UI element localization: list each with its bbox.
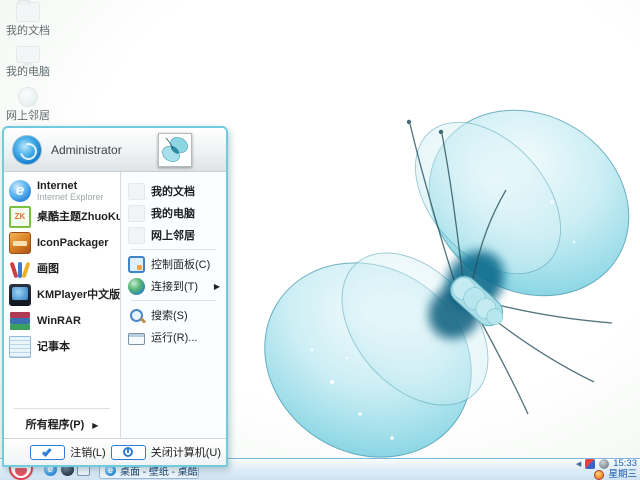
menu-item-winrar[interactable]: WinRAR (4, 308, 120, 334)
menu-item-label: 连接到(T) (151, 281, 199, 293)
separator (14, 408, 110, 409)
kmplayer-icon (9, 284, 31, 306)
user-picture-tile (158, 133, 192, 167)
menu-item-notepad[interactable]: 记事本 (4, 334, 120, 360)
all-programs-button[interactable]: 所有程序(P) ▶ (4, 412, 120, 438)
menu-item-network-places[interactable]: 网上邻居 (121, 224, 226, 246)
log-off-button[interactable] (30, 444, 66, 460)
all-programs-label: 所有程序(P) (25, 419, 85, 431)
input-method-tray-icon[interactable] (585, 459, 596, 469)
separator (131, 249, 216, 250)
menu-item-kmplayer[interactable]: KMPlayer中文版 (4, 282, 120, 308)
butterfly-thumbnail-icon (162, 137, 188, 162)
start-menu: Administrator e Internet Internet Explor… (2, 126, 228, 467)
menu-item-label: 搜索(S) (151, 310, 188, 322)
menu-item-paint[interactable]: 画图 (4, 256, 120, 282)
my-computer-icon (128, 204, 145, 222)
desktop-icon-label: 我的文档 (6, 25, 50, 37)
iconpackager-icon (9, 232, 31, 254)
tray-collapse-chevron-icon[interactable]: ◀ (576, 460, 581, 468)
submenu-arrow-icon: ▶ (92, 420, 99, 430)
menu-item-control-panel[interactable]: 控制面板(C) (121, 253, 226, 275)
qq-tray-icon[interactable] (594, 470, 605, 480)
menu-item-internet[interactable]: e Internet Internet Explorer (4, 178, 120, 204)
my-documents-icon (128, 182, 145, 200)
paint-icon (9, 258, 31, 280)
desktop: { "desktop": { "icons": [ { "label": "我的… (0, 0, 640, 480)
menu-item-my-computer[interactable]: 我的电脑 (121, 202, 226, 224)
start-menu-body: e Internet Internet Explorer ZK 桌酷主题Zhuo… (4, 172, 226, 438)
tray-row-bottom: 星期三 (576, 470, 637, 480)
start-menu-left-column: e Internet Internet Explorer ZK 桌酷主题Zhuo… (4, 172, 150, 438)
clock-day[interactable]: 星期三 (608, 470, 637, 480)
start-menu-header: Administrator (4, 128, 226, 172)
menu-item-iconpackager[interactable]: IconPackager (4, 230, 120, 256)
menu-item-run[interactable]: 运行(R)... (121, 326, 226, 348)
run-icon (128, 333, 145, 345)
menu-item-label: KMPlayer中文版 (37, 289, 121, 301)
desktop-icon-label: 我的电脑 (6, 66, 50, 78)
desktop-icon-network-places[interactable]: 网上邻居 (0, 87, 56, 122)
tray-row-top: ◀ 15:33 (576, 459, 637, 469)
smiley-mouth (15, 468, 27, 476)
menu-item-label: 我的文档 (151, 186, 195, 198)
menu-item-label: 控制面板(C) (151, 259, 211, 271)
winrar-icon (9, 310, 31, 332)
menu-item-label: 画图 (37, 263, 59, 275)
desktop-icon-my-computer[interactable]: 我的电脑 (0, 46, 56, 78)
butterfly-wallpaper (252, 82, 640, 480)
shut-down-label: 关闭计算机(U) (150, 447, 221, 459)
network-places-icon (128, 226, 145, 244)
zhuoku-theme-icon: ZK (9, 206, 31, 228)
desktop-icon-my-documents[interactable]: 我的文档 (0, 0, 56, 37)
user-name: Administrator (51, 143, 122, 157)
my-documents-icon (16, 0, 40, 22)
desktop-icon-list: 我的文档 我的电脑 网上邻居 (0, 0, 58, 131)
start-menu-footer: 注销(L) 关闭计算机(U) (4, 438, 226, 465)
separator (131, 300, 216, 301)
system-tray: ◀ 15:33 星期三 (576, 459, 637, 480)
control-panel-icon (128, 255, 145, 273)
menu-item-label: 我的电脑 (151, 208, 195, 220)
menu-item-label: 记事本 (37, 341, 70, 353)
menu-item-my-documents[interactable]: 我的文档 (121, 180, 226, 202)
menu-item-search[interactable]: 搜索(S) (121, 304, 226, 326)
menu-item-zhuoku-theme[interactable]: ZK 桌酷主题ZhuoKu.Com (4, 204, 150, 230)
internet-explorer-icon: e (9, 180, 31, 202)
user-avatar (12, 135, 42, 165)
search-icon (128, 307, 145, 324)
menu-item-sublabel: Internet Explorer (37, 192, 104, 202)
menu-item-label: WinRAR (37, 315, 81, 327)
check-icon (42, 446, 52, 457)
menu-item-connect-to[interactable]: 连接到(T) ▶ (121, 275, 226, 297)
shut-down-button[interactable] (110, 444, 146, 460)
desktop-icon-label: 网上邻居 (6, 110, 50, 122)
volume-tray-icon[interactable] (599, 459, 610, 469)
menu-item-label: 运行(R)... (151, 332, 198, 344)
menu-item-label: IconPackager (37, 237, 109, 249)
butterfly-image (264, 109, 630, 458)
network-places-icon (18, 87, 38, 107)
menu-item-label: 网上邻居 (151, 230, 195, 242)
submenu-arrow-icon: ▶ (213, 281, 220, 291)
clock-time[interactable]: 15:33 (613, 459, 637, 469)
notepad-icon (9, 336, 31, 358)
start-menu-right-column: 我的文档 我的电脑 网上邻居 控制面板(C) 连接到(T) ▶ 搜索(S) 运行… (121, 172, 226, 438)
power-icon (123, 447, 134, 457)
connect-to-icon (128, 277, 145, 295)
menu-item-label: Internet (37, 180, 78, 192)
my-computer-icon (16, 46, 40, 66)
log-off-label: 注销(L) (70, 447, 106, 459)
